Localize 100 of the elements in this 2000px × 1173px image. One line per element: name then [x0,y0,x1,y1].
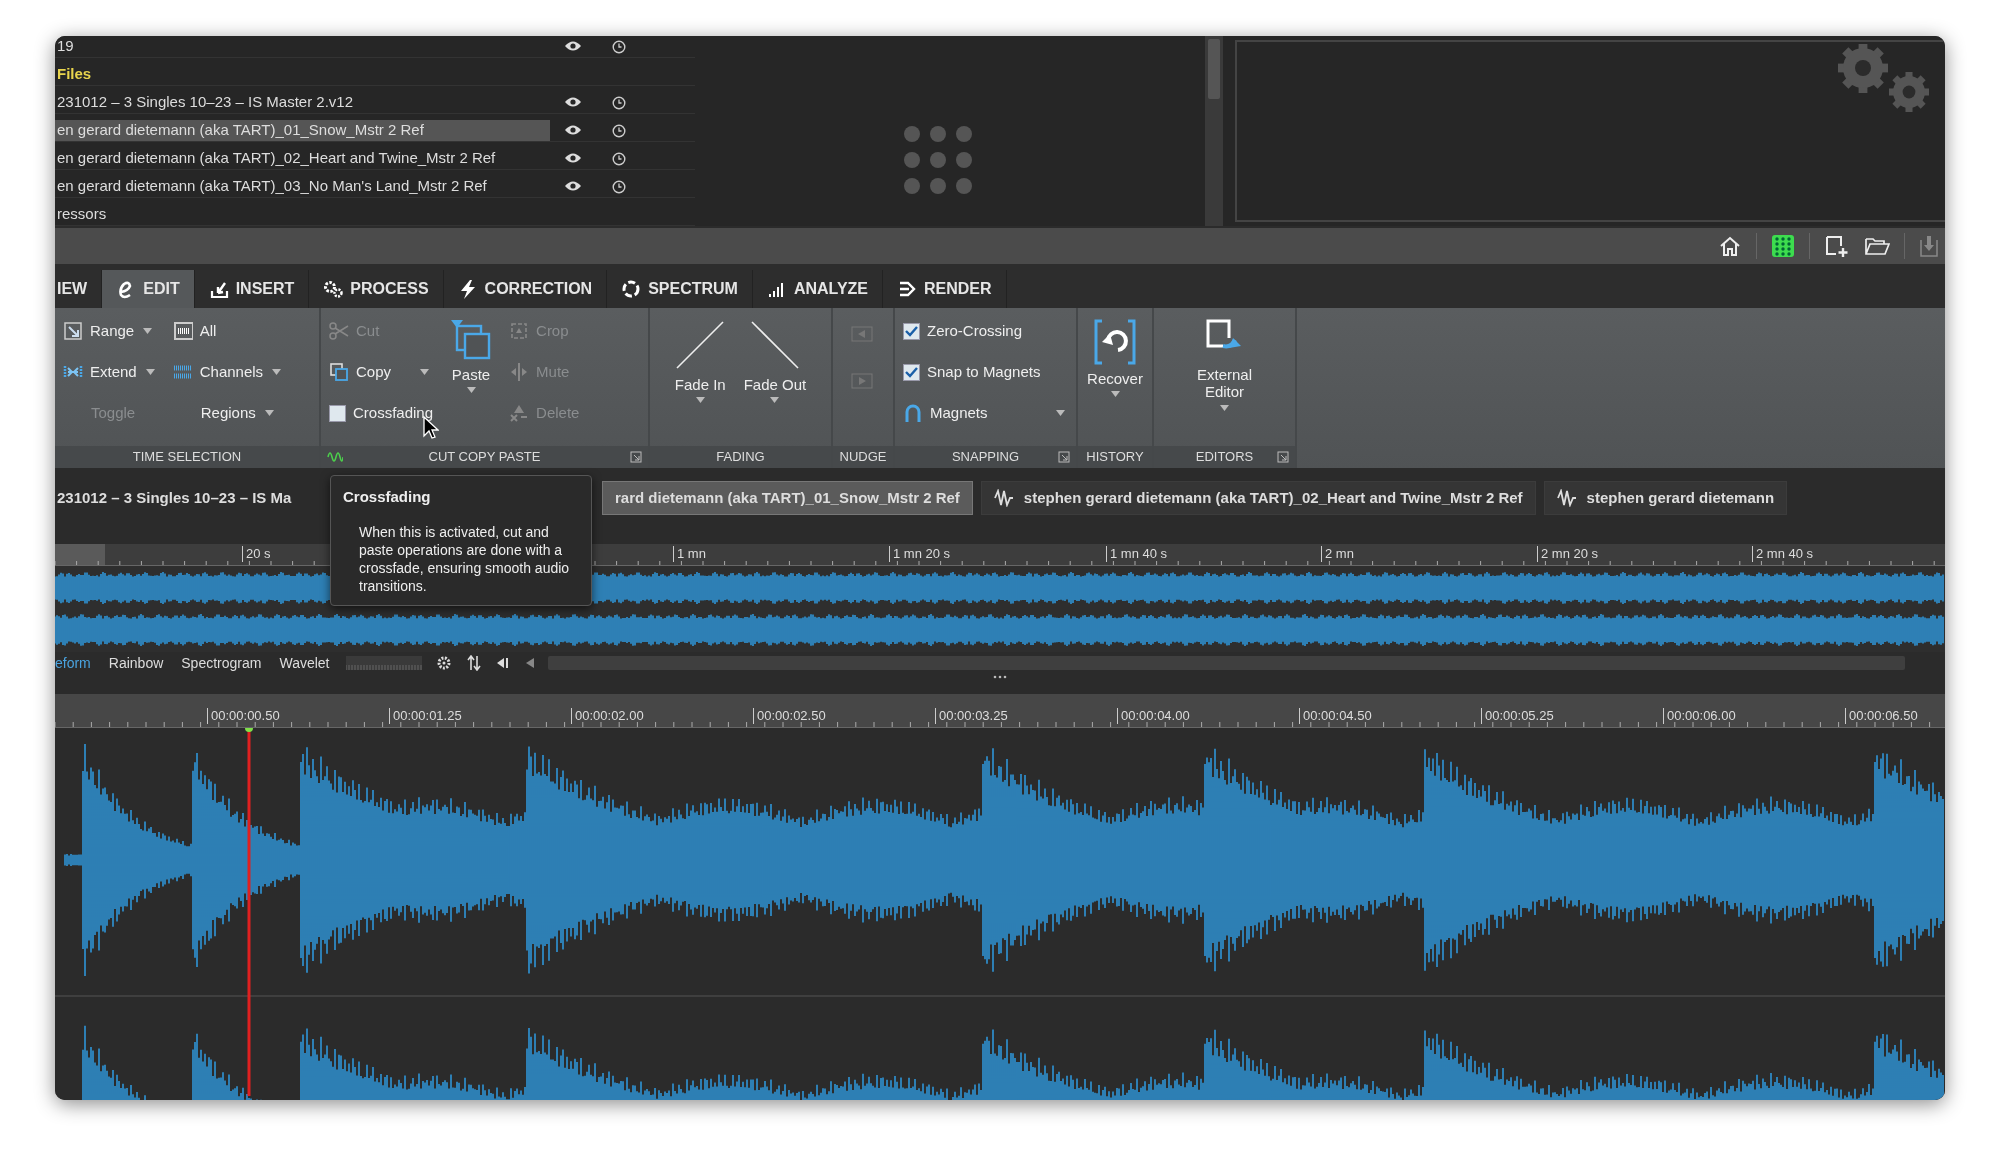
nudge-right-icon [851,373,873,389]
scrollbar[interactable] [1205,36,1223,226]
copy-icon [329,362,349,382]
ribbon-button[interactable]: External Editor [1180,316,1269,413]
file-list-item[interactable]: en gerard dietemann (aka TART)_03_No Man's Land_Mstr 2 Ref [55,176,550,197]
file-tab[interactable]: stephen gerard dietemann (aka TART)_02_Heart and Twine_Mstr 2 Ref [980,481,1536,515]
eye-icon[interactable] [564,39,582,52]
file-list-item[interactable]: 19 [55,36,550,57]
file-list-item[interactable]: en gerard dietemann (aka TART)_02_Heart and Twine_Mstr 2 Ref [55,148,550,169]
group-label: NUDGE [839,448,887,467]
clock-icon[interactable] [612,151,626,166]
ribbon-button[interactable]: Regions [170,398,284,428]
settings-icon[interactable] [435,655,452,671]
ruler-label: 00:00:01.25 [389,708,462,724]
ruler-label: 00:00:05.25 [1481,708,1554,724]
ruler-label: 00:00:02.50 [753,708,826,724]
dot-grid-icon[interactable] [902,124,974,196]
checkbox[interactable]: Crossfading [327,398,436,428]
tooltip-text: When this is activated, cut and paste operations are done with a crossfade, ensuring smooth audio transitions. [358,522,571,596]
caret-icon[interactable] [695,397,705,404]
eye-icon[interactable] [564,151,582,164]
ribbon-button[interactable]: Extend [61,357,157,387]
clock-icon[interactable] [612,95,626,110]
ruler-label: 00:00:02.00 [571,708,644,724]
caret-icon[interactable] [143,328,153,334]
group-label: SNAPPING [951,448,1020,467]
ring-icon [621,279,642,299]
dialog-launcher-icon[interactable] [1277,451,1289,463]
gears-icon [323,279,344,299]
checkbox[interactable]: Snap to Magnets [901,357,1067,387]
select-range-icon [63,321,83,341]
splitter-handle-icon[interactable] [993,674,1007,680]
caret-icon[interactable] [1220,404,1229,411]
group-label: FADING [716,448,765,467]
grid-icon[interactable] [1771,234,1795,258]
file-list-item[interactable]: en gerard dietemann (aka TART)_01_Snow_Mstr 2 Ref [55,120,550,141]
clock-icon[interactable] [612,123,626,138]
file-list-item[interactable]: 231012 – 3 Singles 10–23 – IS Master 2.v12 [55,92,550,113]
caret-icon[interactable] [420,369,429,375]
ribbon-button[interactable]: Fade In [670,316,730,406]
new-file-icon[interactable] [1824,234,1850,258]
view-tab[interactable]: Wavelet [277,652,332,674]
waveform-icon [1556,489,1577,507]
ribbon-button[interactable]: Fade Out [739,316,811,406]
ruler-label: 00:00:06.00 [1663,708,1736,724]
ruler-label: 00:00:03.25 [935,708,1008,724]
caret-icon[interactable] [264,410,274,416]
dialog-launcher-icon[interactable] [1058,451,1070,463]
caret-icon[interactable] [1056,410,1065,416]
ribbon-button[interactable]: Copy [327,357,431,387]
ribbon-button[interactable]: Magnets [901,398,1067,428]
ribbon-tab[interactable]: EDIT [102,270,195,308]
nudge-left-icon [851,326,873,342]
ruler-label: 1 mn [673,546,706,562]
download-icon[interactable] [1919,234,1939,258]
file-tab[interactable]: stephen gerard dietemann [1543,481,1788,515]
checkmark-icon [905,325,918,337]
waveform-icon [993,489,1014,507]
view-tab[interactable]: eform [55,652,93,674]
ribbon-tab[interactable]: IEW [55,270,103,308]
eye-icon[interactable] [564,123,582,136]
scroll-left-icon[interactable] [525,658,534,668]
folder-label[interactable]: ressors [55,204,550,225]
ribbon-button[interactable]: Paste [445,316,498,396]
ruler-label: 2 mn 20 s [1537,546,1599,562]
caret-icon[interactable] [1110,391,1120,398]
dialog-launcher-icon[interactable] [630,451,642,463]
eye-icon[interactable] [564,179,582,192]
level-meter-icon [345,656,422,670]
ruler-label: 00:00:06.50 [1845,708,1918,724]
wave-icon[interactable] [327,451,343,463]
caret-icon[interactable] [145,369,155,375]
clock-icon[interactable] [612,179,626,194]
eye-icon[interactable] [564,95,582,108]
view-tab[interactable]: Spectrogram [179,652,264,674]
ribbon-button[interactable]: All [170,316,284,346]
ruler-label: 2 mn [1321,546,1354,562]
view-tab[interactable]: Rainbow [106,652,166,674]
magnet-icon [903,403,923,423]
swap-icon[interactable] [465,655,482,671]
export-icon [897,279,918,299]
home-icon[interactable] [1718,234,1742,258]
ruler-label: 1 mn 20 s [889,546,951,562]
caret-icon[interactable] [466,387,476,394]
ruler-label: 2 mn 40 s [1752,546,1814,562]
ruler-label: 20 s [242,546,271,562]
clock-icon[interactable] [612,39,626,54]
caret-icon[interactable] [272,369,282,375]
tooltip-title: Crossfading [343,487,432,507]
ribbon-button[interactable]: Recover [1083,316,1147,400]
folder-icon[interactable] [1864,235,1890,257]
folder-label[interactable]: Files [55,64,550,85]
undo-icon [1092,318,1138,366]
file-tab[interactable]: rard dietemann (aka TART)_01_Snow_Mstr 2 Ref [602,481,973,515]
delete-icon [509,403,530,423]
caret-icon[interactable] [770,397,780,404]
playhead-icon[interactable] [244,728,254,1096]
ribbon-button[interactable]: Range [61,316,157,346]
checkbox[interactable]: Zero-Crossing [901,316,1067,346]
ribbon-button[interactable]: Channels [170,357,284,387]
